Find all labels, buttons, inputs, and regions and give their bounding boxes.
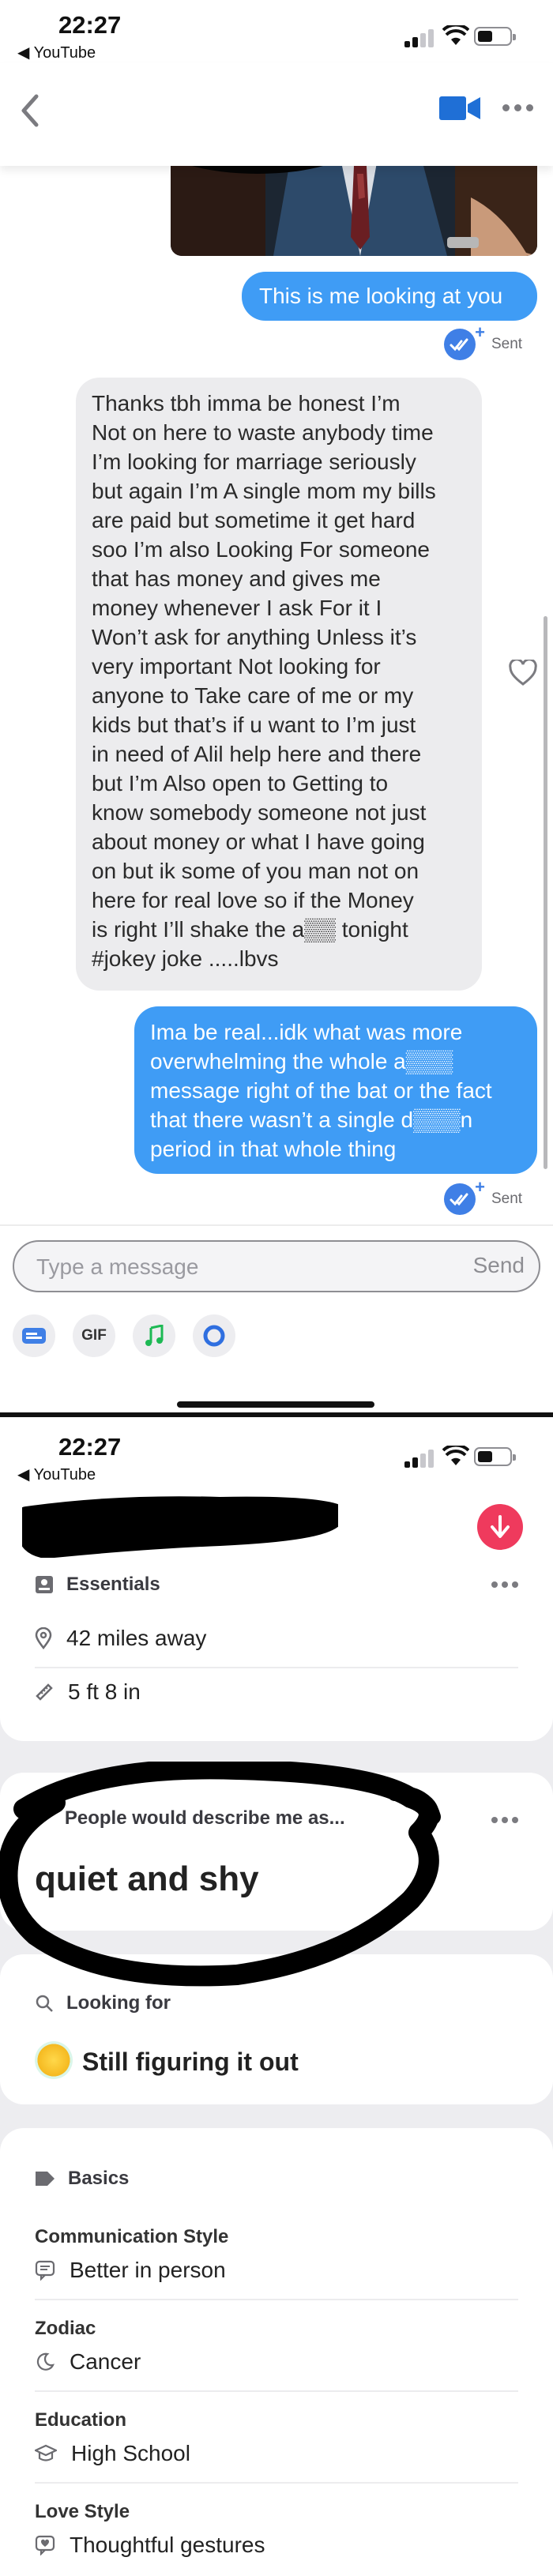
plus-icon: + [475,1177,485,1197]
basics-card: Basics Communication Style Better in per… [0,2128,553,2576]
thinking-face-icon [35,2041,73,2079]
quote-icon: “ [35,1800,52,1836]
essentials-header: Essentials [35,1574,160,1596]
sent-receipt: + Sent [444,322,523,360]
distance-row: 42 miles away [35,1626,518,1651]
communication-style-row: Better in person [35,2258,518,2283]
prompt-card: “ People would describe me as... quiet a… [0,1773,553,1931]
zodiac-value: Cancer [70,2349,141,2374]
looking-for-value: Still figuring it out [82,2048,299,2076]
looking-for-card: Looking for Still figuring it out [0,1954,553,2104]
message-input[interactable] [36,1253,431,1281]
divider [35,2482,518,2484]
chat-thread: This is me looking at you + Sent Thanks … [0,166,553,1224]
status-time: 22:27 [58,11,122,39]
signal-icon [404,28,436,47]
search-icon [36,1995,53,2012]
vibe-card-button[interactable] [13,1314,55,1357]
gif-button[interactable]: GIF [73,1314,115,1357]
name-redaction-scribble [22,1496,338,1558]
scroll-down-button[interactable] [477,1504,523,1550]
wifi-icon [442,25,469,45]
message-text: This is me looking at you [259,284,503,308]
message-sent-photo-caption[interactable]: This is me looking at you [242,272,537,321]
video-call-icon[interactable] [439,95,480,122]
double-check-icon: + [444,322,485,360]
message-text: Thanks tbh imma be honest I’m Not on her… [92,391,436,971]
chat-header [0,63,553,166]
height-text: 5 ft 8 in [68,1679,141,1704]
status-bar: 22:27 ◀ YouTube [0,0,553,63]
more-options-icon[interactable] [502,104,533,111]
zodiac-label: Zodiac [35,2318,96,2339]
message-text: Ima be real...idk what was more overwhel… [150,1020,492,1161]
ruler-icon [36,1683,53,1701]
moon-icon [36,2352,55,2371]
prompt-answer: quiet and shy [35,1860,259,1898]
arrow-down-icon [491,1515,510,1538]
tag-icon [36,2172,55,2186]
status-bar: 22:27 ◀ YouTube [0,1417,553,1488]
card-icon [22,1328,46,1344]
send-button[interactable]: Send [473,1253,525,1278]
wifi-icon [442,1446,469,1465]
message-input-box[interactable]: Send [13,1240,540,1292]
more-options-icon[interactable] [491,1581,518,1588]
looking-for-header: Looking for [35,1992,171,2014]
status-time: 22:27 [58,1433,122,1461]
double-check-icon: + [444,1177,485,1215]
back-to-youtube-link[interactable]: ◀ YouTube [17,1465,96,1484]
composer-tools: GIF [13,1314,235,1357]
swipe-night-button[interactable] [193,1314,235,1357]
education-row: High School [35,2441,518,2466]
love-style-label: Love Style [35,2501,130,2522]
zodiac-row: Cancer [35,2349,518,2375]
love-style-value: Thoughtful gestures [70,2533,265,2557]
communication-style-value: Better in person [70,2258,226,2282]
back-to-youtube-link[interactable]: ◀ YouTube [17,43,96,62]
divider [35,2390,518,2392]
battery-icon [474,27,516,46]
message-composer: Send GIF [0,1224,553,1406]
basics-header: Basics [35,2168,129,2190]
music-note-icon [145,1325,164,1346]
divider [35,2299,518,2300]
love-style-row: Thoughtful gestures [35,2533,518,2558]
education-label: Education [35,2409,127,2431]
essentials-title: Essentials [66,1574,160,1595]
education-value: High School [71,2441,190,2465]
divider [35,1667,518,1668]
location-pin-icon [35,1627,52,1649]
home-indicator [177,1401,374,1408]
plus-icon: + [475,322,485,342]
more-options-icon[interactable] [491,1817,518,1823]
chat-scrollbar[interactable] [544,616,547,1169]
sent-receipt: + Sent [444,1177,523,1215]
like-heart-icon[interactable] [509,660,537,686]
basics-title: Basics [68,2168,130,2189]
speech-bubble-icon [35,2260,55,2281]
music-button[interactable] [133,1314,175,1357]
ring-icon [203,1325,225,1347]
id-card-icon [36,1576,53,1593]
message-sent-reply[interactable]: Ima be real...idk what was more overwhel… [134,1006,537,1174]
back-chevron-icon[interactable] [14,87,46,134]
looking-for-title: Looking for [66,1992,171,2014]
battery-icon [474,1447,516,1466]
prompt-title: People would describe me as... [64,1807,345,1829]
prompt-header: “ People would describe me as... [35,1800,345,1836]
distance-text: 42 miles away [66,1626,207,1650]
profile-view: 22:27 ◀ YouTube Essentials 42 miles away [0,1417,553,2576]
heart-bubble-icon [35,2535,55,2555]
height-row: 5 ft 8 in [35,1679,518,1705]
communication-style-label: Communication Style [35,2226,229,2247]
signal-icon [404,1449,436,1468]
graduation-cap-icon [35,2444,57,2461]
sent-label: Sent [491,1190,523,1207]
shared-photo[interactable] [171,166,537,256]
sent-label: Sent [491,336,523,352]
message-received[interactable]: Thanks tbh imma be honest I’m Not on her… [76,378,482,991]
